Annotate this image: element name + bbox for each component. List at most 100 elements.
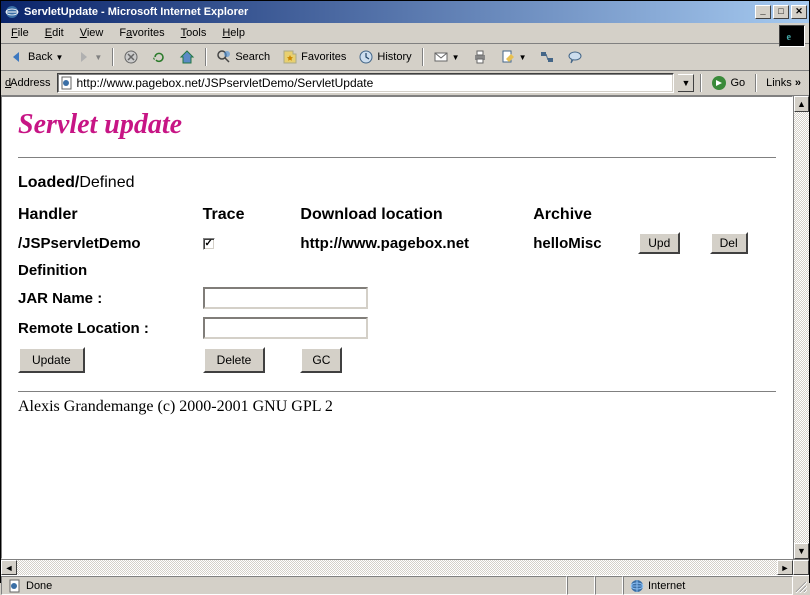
address-dropdown-button[interactable]: ▼ bbox=[678, 74, 694, 92]
status-pane-zone: Internet bbox=[623, 576, 793, 595]
remote-location-input[interactable] bbox=[203, 317, 368, 339]
update-button[interactable]: Update bbox=[18, 347, 85, 373]
status-pane-priv bbox=[595, 576, 623, 595]
handler-table: Handler Trace Download location Archive … bbox=[18, 202, 776, 377]
print-icon bbox=[472, 49, 488, 65]
favorites-button[interactable]: Favorites bbox=[278, 47, 350, 67]
search-label: Search bbox=[235, 51, 270, 63]
address-label: Address bbox=[10, 77, 50, 89]
close-button[interactable]: ✕ bbox=[791, 5, 807, 19]
menu-tools[interactable]: Tools bbox=[173, 25, 215, 41]
discuss-button[interactable] bbox=[563, 47, 587, 67]
favorites-icon bbox=[282, 49, 298, 65]
delete-button[interactable]: Delete bbox=[203, 347, 266, 373]
related-icon bbox=[539, 49, 555, 65]
history-label: History bbox=[377, 51, 411, 63]
table-header-row: Handler Trace Download location Archive bbox=[18, 202, 776, 228]
history-icon bbox=[358, 49, 374, 65]
page-footer: Alexis Grandemange (c) 2000-2001 GNU GPL… bbox=[18, 398, 776, 416]
cell-handler: /JSPservletDemo bbox=[18, 228, 203, 258]
related-button[interactable] bbox=[535, 47, 559, 67]
toolbar-separator bbox=[755, 74, 756, 92]
scroll-down-button[interactable]: ▼ bbox=[794, 543, 809, 559]
chevron-right-icon: » bbox=[795, 77, 801, 89]
go-button[interactable]: Go bbox=[707, 73, 749, 93]
links-label: Links bbox=[766, 77, 792, 89]
content-viewport: Servlet update Loaded/Defined Handler Tr… bbox=[1, 96, 793, 559]
scroll-right-button[interactable]: ► bbox=[777, 560, 793, 575]
cell-archive: helloMisc bbox=[533, 228, 638, 258]
back-arrow-icon bbox=[9, 49, 25, 65]
cell-download: http://www.pagebox.net bbox=[300, 228, 533, 258]
menubar: File Edit View Favorites Tools Help e bbox=[1, 23, 809, 44]
go-icon bbox=[711, 75, 727, 91]
refresh-button[interactable] bbox=[147, 47, 171, 67]
ie-logo-icon: e bbox=[779, 25, 805, 47]
mail-button[interactable]: ▼ bbox=[429, 47, 464, 67]
addressbar: d Address http://www.pagebox.net/JSPserv… bbox=[1, 71, 809, 96]
menu-edit[interactable]: Edit bbox=[37, 25, 72, 41]
discuss-icon bbox=[567, 49, 583, 65]
col-trace: Trace bbox=[203, 202, 301, 228]
back-dropdown-icon[interactable]: ▼ bbox=[55, 53, 63, 62]
toolbar-separator bbox=[700, 74, 701, 92]
jar-name-input[interactable] bbox=[203, 287, 368, 309]
edit-button[interactable]: ▼ bbox=[496, 47, 531, 67]
favorites-label: Favorites bbox=[301, 51, 346, 63]
scroll-left-button[interactable]: ◄ bbox=[1, 560, 17, 575]
del-button[interactable]: Del bbox=[710, 232, 748, 254]
page-icon bbox=[60, 76, 74, 90]
trace-checkbox[interactable]: ✓ bbox=[203, 238, 215, 250]
status-line: Loaded/Defined bbox=[18, 174, 776, 192]
maximize-button[interactable]: □ bbox=[773, 5, 789, 19]
back-button[interactable]: Back ▼ bbox=[5, 47, 67, 67]
mail-icon bbox=[433, 49, 449, 65]
status-defined: Defined bbox=[79, 174, 134, 191]
horizontal-rule bbox=[18, 157, 776, 158]
horizontal-scrollbar[interactable]: ◄ ► bbox=[1, 559, 809, 575]
forward-button[interactable]: ▼ bbox=[71, 47, 106, 67]
upd-button[interactable]: Upd bbox=[638, 232, 680, 254]
toolbar-separator bbox=[205, 48, 206, 66]
col-handler: Handler bbox=[18, 202, 203, 228]
status-loaded: Loaded bbox=[18, 174, 75, 191]
scroll-track[interactable] bbox=[17, 560, 777, 575]
status-pane-ssl bbox=[567, 576, 595, 595]
statusbar: Done Internet bbox=[1, 575, 809, 595]
search-button[interactable]: Search bbox=[212, 47, 274, 67]
search-icon bbox=[216, 49, 232, 65]
page-status-icon bbox=[8, 579, 22, 593]
back-label: Back bbox=[28, 51, 52, 63]
home-button[interactable] bbox=[175, 47, 199, 67]
menu-file[interactable]: File bbox=[3, 25, 37, 41]
refresh-icon bbox=[151, 49, 167, 65]
edit-dropdown-icon[interactable]: ▼ bbox=[519, 53, 527, 62]
history-button[interactable]: History bbox=[354, 47, 415, 67]
toolbar-separator bbox=[112, 48, 113, 66]
stop-icon bbox=[123, 49, 139, 65]
globe-icon bbox=[630, 579, 644, 593]
menu-view[interactable]: View bbox=[72, 25, 112, 41]
mail-dropdown-icon[interactable]: ▼ bbox=[452, 53, 460, 62]
page-heading: Servlet update bbox=[18, 109, 776, 141]
resize-grip[interactable] bbox=[793, 576, 809, 595]
ie-app-icon bbox=[4, 4, 20, 20]
vertical-scrollbar[interactable]: ▲ ▼ bbox=[793, 96, 809, 559]
address-url: http://www.pagebox.net/JSPservletDemo/Se… bbox=[77, 76, 374, 90]
edit-icon bbox=[500, 49, 516, 65]
print-button[interactable] bbox=[468, 47, 492, 67]
col-archive: Archive bbox=[533, 202, 638, 228]
stop-button[interactable] bbox=[119, 47, 143, 67]
status-pane-main: Done bbox=[1, 576, 567, 595]
definition-label: Definition bbox=[18, 258, 776, 283]
scroll-track[interactable] bbox=[794, 112, 809, 543]
cell-trace: ✓ bbox=[203, 228, 301, 258]
scroll-up-button[interactable]: ▲ bbox=[794, 96, 809, 112]
gc-button[interactable]: GC bbox=[300, 347, 342, 373]
address-input[interactable]: http://www.pagebox.net/JSPservletDemo/Se… bbox=[57, 73, 675, 93]
minimize-button[interactable]: _ bbox=[755, 5, 771, 19]
menu-favorites[interactable]: Favorites bbox=[111, 25, 172, 41]
scroll-corner bbox=[793, 560, 809, 575]
links-button[interactable]: Links » bbox=[762, 75, 805, 91]
menu-help[interactable]: Help bbox=[214, 25, 253, 41]
